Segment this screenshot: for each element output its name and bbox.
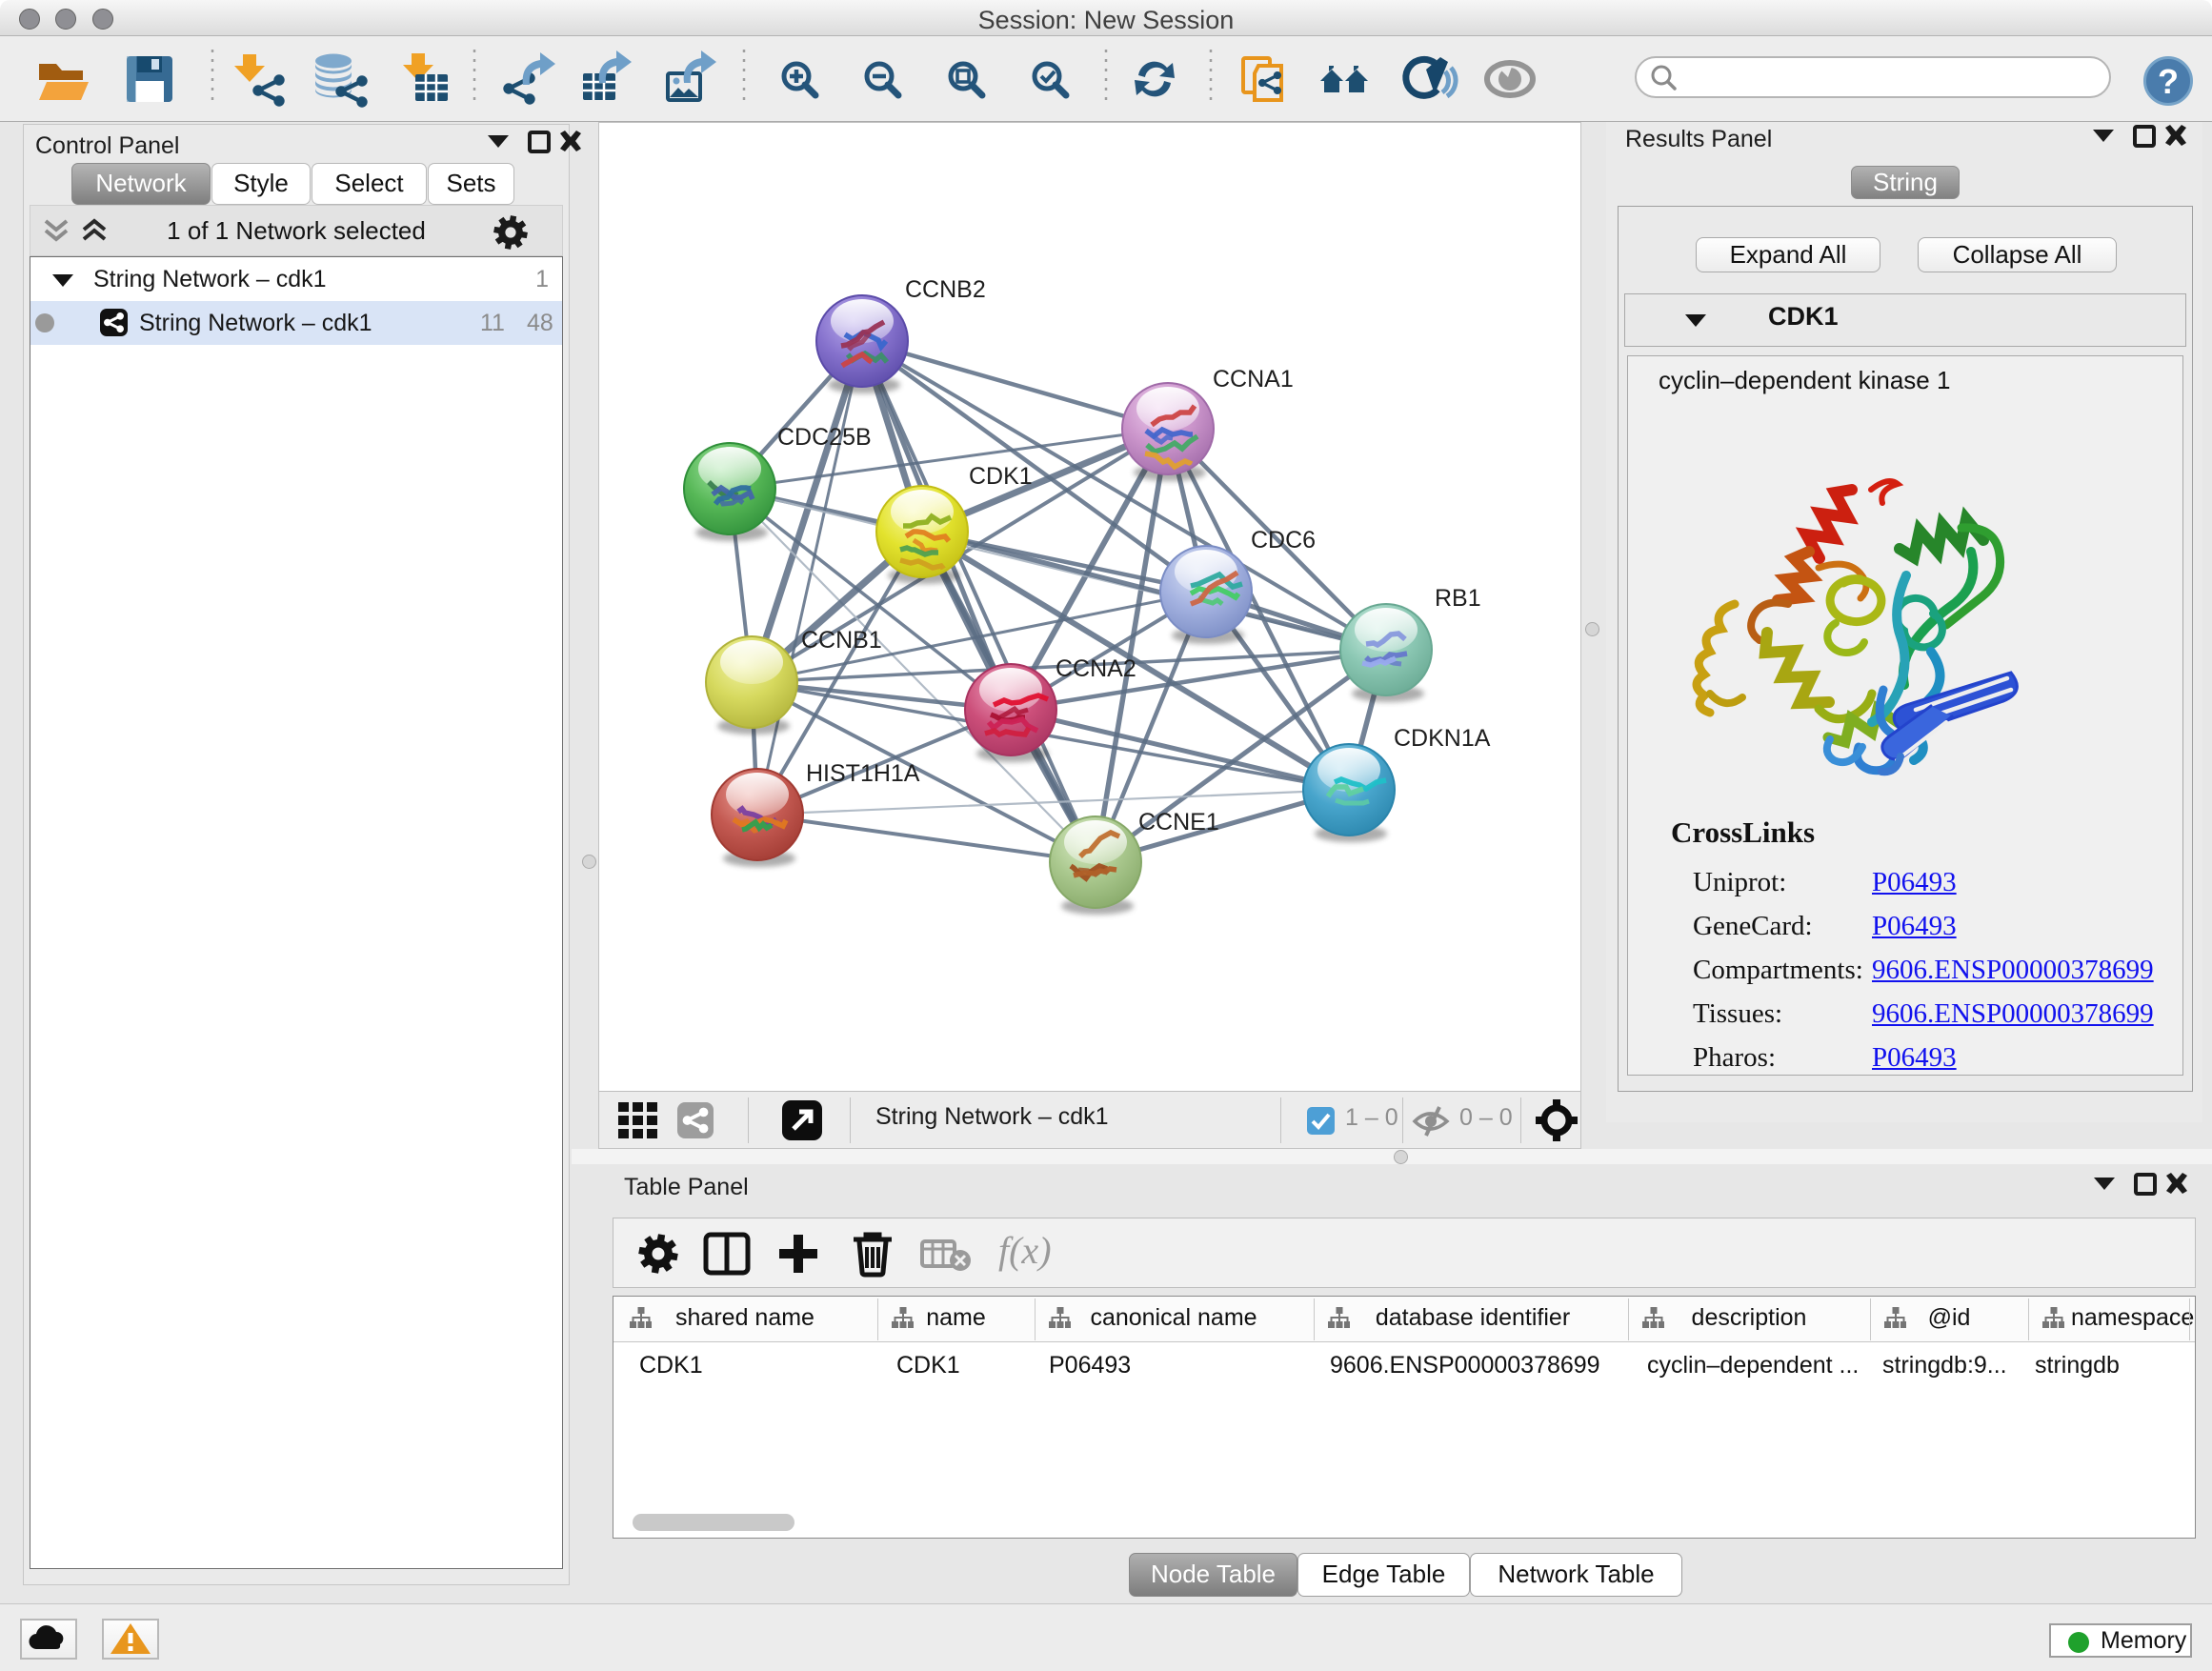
svg-text:RB1: RB1 bbox=[1435, 585, 1481, 612]
svg-text:CDK1: CDK1 bbox=[969, 463, 1033, 490]
svg-text:CCNA2: CCNA2 bbox=[1056, 655, 1136, 682]
svg-text:CCNE1: CCNE1 bbox=[1138, 809, 1219, 836]
svg-text:CCNB2: CCNB2 bbox=[905, 276, 986, 303]
svg-text:CCNB1: CCNB1 bbox=[801, 627, 882, 654]
svg-text:CDC25B: CDC25B bbox=[777, 424, 872, 451]
svg-text:CDKN1A: CDKN1A bbox=[1394, 725, 1491, 752]
svg-text:CDC6: CDC6 bbox=[1251, 527, 1316, 554]
svg-text:HIST1H1A: HIST1H1A bbox=[806, 760, 920, 787]
svg-text:CCNA1: CCNA1 bbox=[1213, 366, 1294, 393]
